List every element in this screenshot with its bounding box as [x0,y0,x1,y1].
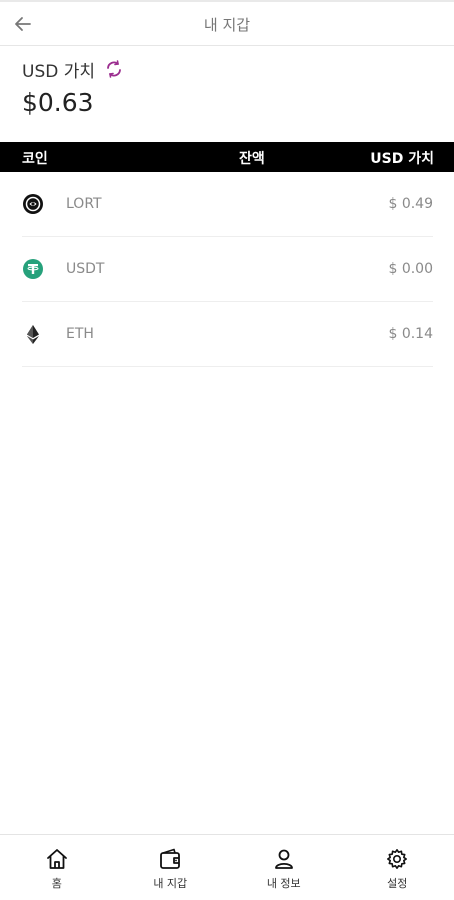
nav-item-wallet[interactable]: 내 지갑 [114,835,228,900]
coin-usd-value: $ 0.14 [388,326,433,342]
column-header-coin: 코인 [22,151,48,167]
coin-table-header: 코인 잔액 USD 가치 [0,142,454,172]
wallet-value-label-row: USD 가치 [22,56,125,82]
coin-row-lort[interactable]: LORT $ 0.49 [22,172,433,237]
wallet-value-label: USD 가치 [22,61,96,82]
coin-row-usdt[interactable]: USDT $ 0.00 [22,237,433,302]
lort-coin-icon [22,193,44,215]
nav-item-home[interactable]: 홈 [0,835,114,900]
gear-icon [385,847,409,871]
wallet-value-section: USD 가치 $0.63 [22,56,125,117]
ethereum-coin-icon [22,323,44,345]
coin-name: ETH [66,326,94,342]
nav-item-my-info[interactable]: 내 정보 [227,835,341,900]
coin-name: USDT [66,261,105,277]
top-app-bar: 내 지갑 [0,0,454,46]
coin-usd-value: $ 0.00 [388,261,433,277]
coin-list: LORT $ 0.49 USDT $ 0.00 ETH $ 0.14 [22,172,433,367]
column-header-usd-value: USD 가치 [370,151,434,167]
nav-item-label: 내 지갑 [153,877,188,890]
app-root: 내 지갑 USD 가치 $0.63 코인 잔액 USD 가치 LORT $ 0.… [0,0,454,900]
coin-row-eth[interactable]: ETH $ 0.14 [22,302,433,367]
refresh-button[interactable] [103,58,125,80]
home-icon [45,847,69,871]
page-title: 내 지갑 [203,16,251,34]
coin-name: LORT [66,196,102,212]
wallet-icon [158,847,182,871]
user-icon [272,847,296,871]
nav-item-settings[interactable]: 설정 [341,835,454,900]
tether-coin-icon [22,258,44,280]
bottom-navigation: 홈 내 지갑 내 정보 설정 [0,834,454,900]
nav-item-label: 홈 [51,877,62,890]
refresh-icon [107,60,121,78]
coin-usd-value: $ 0.49 [388,196,433,212]
nav-item-label: 내 정보 [266,877,301,890]
wallet-total-amount: $0.63 [22,88,94,117]
nav-item-label: 설정 [387,877,408,890]
column-header-balance: 잔액 [239,151,265,167]
